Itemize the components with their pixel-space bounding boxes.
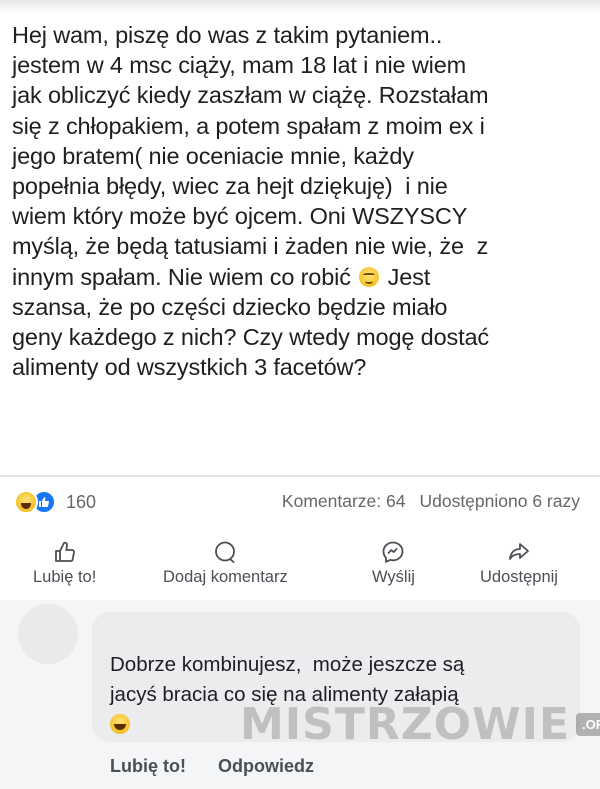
share-button-label: Udostępnij: [480, 568, 558, 586]
comment-line: jacyś bracia co się na alimenty załapią: [110, 683, 459, 706]
share-button[interactable]: Udostępnij: [480, 540, 558, 587]
comment-actions: Lubię to! Odpowiedz: [110, 756, 314, 777]
reactions-summary[interactable]: 160: [14, 490, 96, 514]
reaction-count: 160: [66, 491, 97, 512]
messenger-icon: [383, 541, 404, 564]
comment-button[interactable]: Dodaj komentarz: [163, 540, 288, 587]
haha-reaction-icon: [14, 490, 38, 514]
thumbs-up-icon: [54, 541, 75, 562]
comment-bubble-icon: [215, 541, 236, 563]
post-line: alimenty od wszystkich 3 facetów?: [12, 354, 367, 381]
post-divider: [0, 475, 600, 477]
top-strip: [0, 0, 600, 14]
post-text: Hej wam, piszę do was z takim pytaniem..…: [12, 20, 587, 382]
comments-count-link[interactable]: Komentarze: 64: [282, 491, 406, 512]
like-button[interactable]: Lubię to!: [33, 540, 96, 587]
comment-line: Dobrze kombinujesz, może jeszcze są: [110, 653, 465, 676]
post-line: popełnia błędy, wiec za hejt dziękuję) i…: [12, 173, 448, 200]
avatar[interactable]: [18, 604, 78, 664]
post-line: szansa, że po części dziecko będzie miał…: [12, 293, 448, 320]
post-line: jak obliczyć kiedy zaszłam w ciążę. Rozs…: [12, 82, 489, 109]
post-line: Jest: [387, 263, 431, 290]
send-button[interactable]: Wyślij: [372, 540, 415, 587]
action-bar: Lubię to! Dodaj komentarz Wyślij Udostęp…: [0, 540, 600, 595]
post-line: myślą, że będą tatusiami i żaden nie wie…: [12, 233, 489, 260]
comment-reply-button[interactable]: Odpowiedz: [218, 756, 314, 777]
comment-like-button[interactable]: Lubię to!: [110, 756, 186, 777]
weary-face-emoji-icon: [359, 266, 380, 287]
post-stats: Komentarze: 64 Udostępniono 6 razy: [282, 491, 580, 512]
shares-count-link[interactable]: Udostępniono 6 razy: [419, 491, 580, 512]
post-line: jego bratem( nie oceniacie mnie, każdy: [12, 142, 414, 169]
send-button-label: Wyślij: [372, 568, 415, 586]
post-line: Hej wam, piszę do was z takim pytaniem..: [12, 22, 443, 48]
post-line: jestem w 4 msc ciąży, mam 18 lat i nie w…: [12, 52, 467, 79]
post-line: się z chłopakiem, a potem spałam z moim …: [12, 112, 485, 139]
grinning-face-emoji-icon: [110, 714, 130, 734]
comment-button-label: Dodaj komentarz: [163, 568, 288, 586]
post-card: Hej wam, piszę do was z takim pytaniem..…: [0, 0, 600, 600]
share-arrow-icon: [509, 543, 529, 560]
post-line: wiem który może być ojcem. Oni WSZYSCY: [12, 203, 468, 230]
post-line: geny każdego z nich? Czy wtedy mogę dost…: [12, 324, 490, 351]
comment-text: Dobrze kombinujesz, może jeszcze są jacy…: [110, 650, 570, 740]
like-button-label: Lubię to!: [33, 568, 97, 586]
post-line: innym spałam. Nie wiem co robić: [12, 263, 351, 290]
